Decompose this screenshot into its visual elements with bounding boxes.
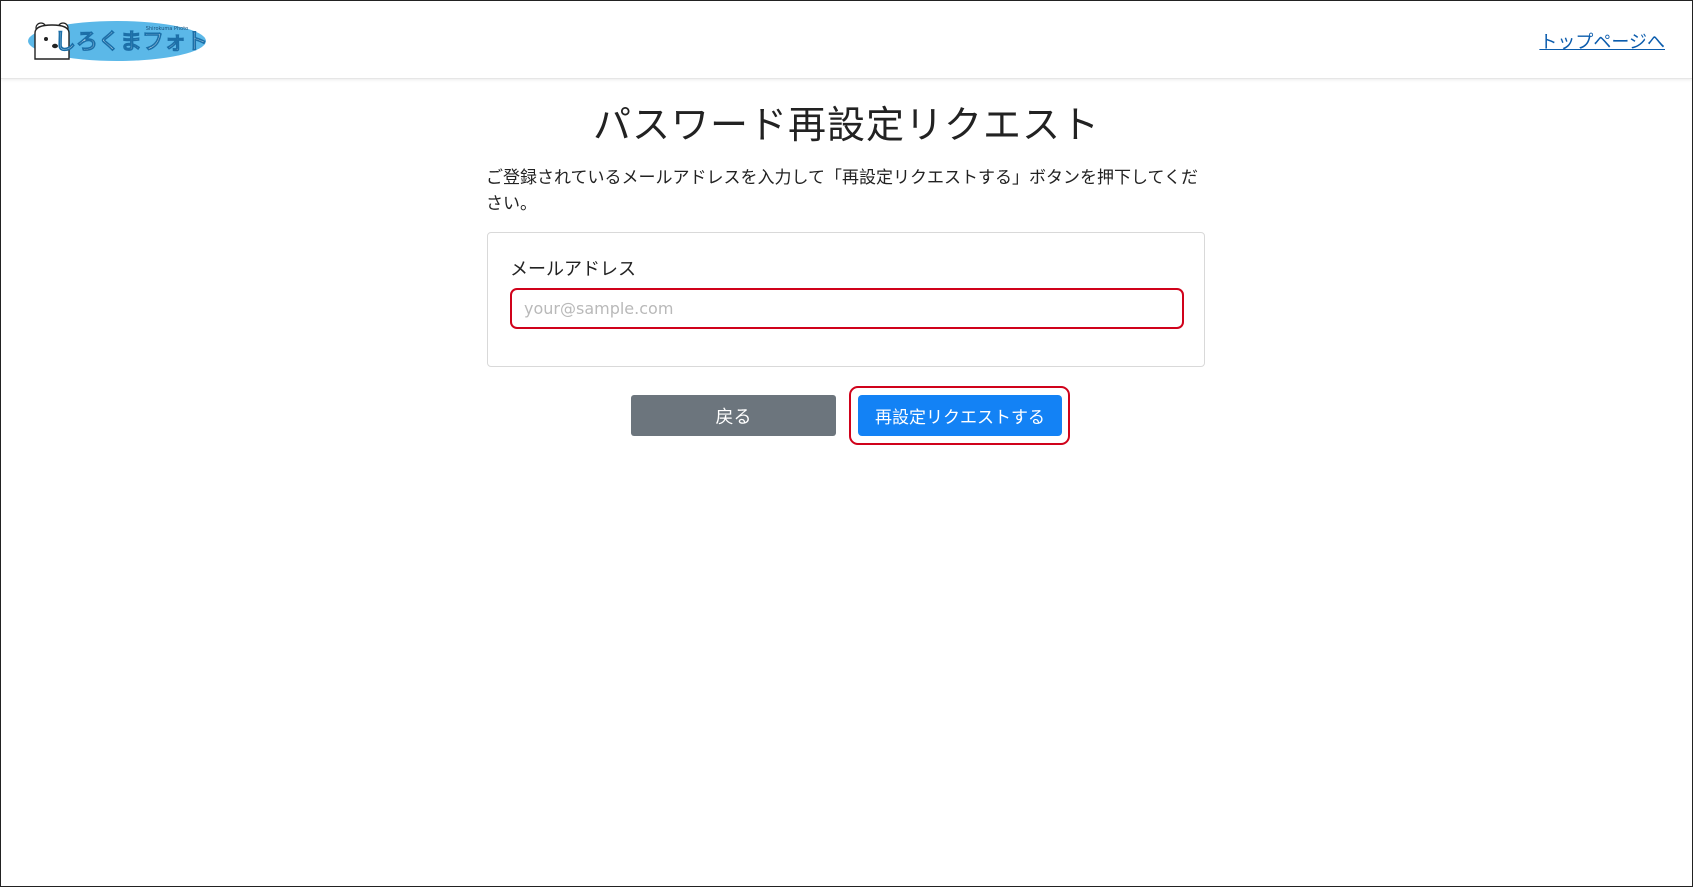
instruction-text: ご登録されているメールアドレスを入力して「再設定リクエストする」ボタンを押下して… (486, 168, 1198, 214)
svg-text:Shirokuma Photo: Shirokuma Photo (146, 26, 188, 32)
browser-frame: しろくまフォト Shirokuma Photo トップページへ パスワード再設定… (0, 0, 1693, 887)
email-input[interactable] (510, 288, 1184, 329)
svg-text:しろくまフォト: しろくまフォト (54, 30, 207, 55)
back-button[interactable]: 戻る (631, 395, 836, 436)
request-reset-button[interactable]: 再設定リクエストする (858, 395, 1062, 436)
site-header: しろくまフォト Shirokuma Photo トップページへ (1, 1, 1692, 79)
top-page-link[interactable]: トップページへ (1539, 28, 1665, 54)
site-logo[interactable]: しろくまフォト Shirokuma Photo (27, 19, 208, 63)
page-title: パスワード再設定リクエスト (592, 103, 1100, 147)
email-form-card: メールアドレス (487, 232, 1205, 367)
submit-button-highlight: 再設定リクエストする (849, 386, 1070, 445)
polar-bear-logo-icon: しろくまフォト Shirokuma Photo (28, 21, 208, 61)
email-label: メールアドレス (510, 259, 636, 280)
